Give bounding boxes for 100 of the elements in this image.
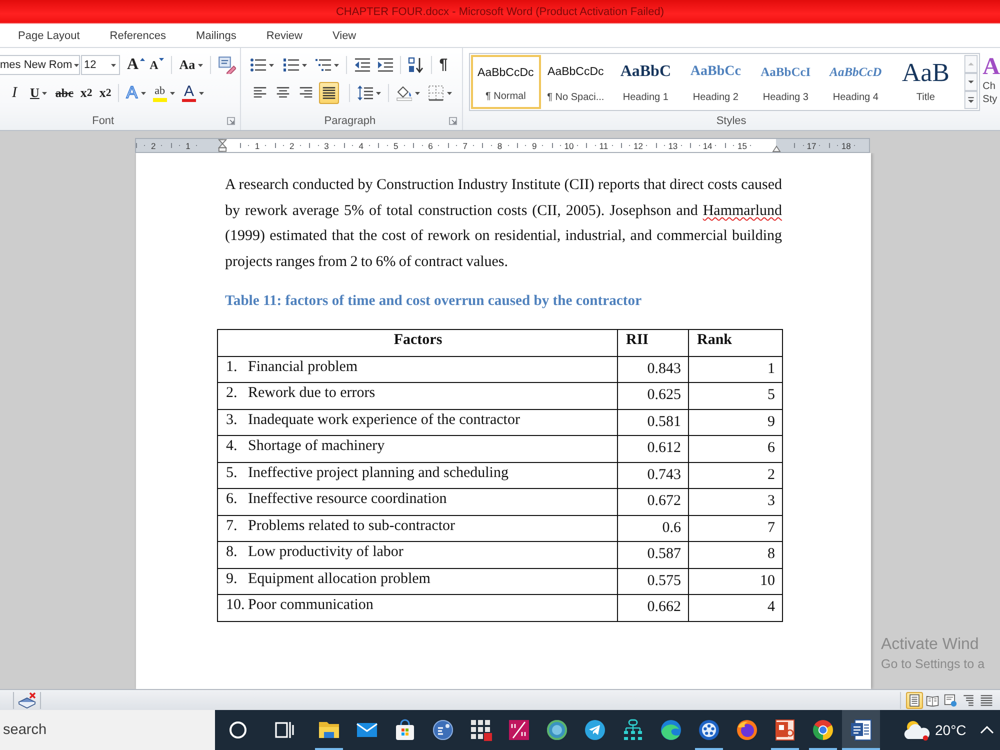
indent-marker-icon[interactable] [218,139,228,152]
shrink-font-button[interactable]: A [150,56,164,74]
ruler-number: 4 [358,140,364,150]
multilevel-list-icon[interactable] [315,57,332,73]
shopping-bag-icon [393,718,417,742]
dropdown-arrow-icon [111,64,116,66]
dropdown-arrow-icon[interactable] [198,64,204,66]
print-layout-button[interactable] [906,692,923,708]
table-caption: Table 11: factors of time and cost overrun caused by the contractor [225,292,643,311]
strikethrough-button[interactable]: abc [55,84,74,102]
numbering-icon[interactable] [283,57,300,73]
show-marks-button[interactable]: ¶ [439,56,448,74]
ruler-number: 2 [290,140,294,150]
slash-tile-icon [507,718,531,742]
temperature-text[interactable]: 20°C [935,722,966,738]
table-cell: 0.843 [618,356,688,382]
dropdown-arrow-icon[interactable] [42,92,48,94]
table-cell: 6 [688,436,782,462]
highlight-button[interactable]: ab [152,84,167,102]
italic-button[interactable]: I [12,84,17,102]
factor-text: Shortage of machinery [248,438,385,454]
ruler-number: 17 [806,140,816,150]
style-option[interactable]: AaB Title [890,55,961,109]
sort-icon[interactable] [408,57,424,73]
grow-font-button[interactable]: A [127,56,145,74]
style-option[interactable]: AaBbCc Heading 2 [680,55,751,109]
justify-icon [322,86,336,100]
line-spacing-icon[interactable] [357,85,374,101]
style-option[interactable]: AaBbC Heading 1 [610,55,681,109]
eraser-icon[interactable] [218,56,236,74]
group-label: Font [92,114,114,126]
dropdown-arrow-icon[interactable] [170,92,175,94]
ribbon-tab[interactable]: Mailings [181,24,252,47]
chevron-up-icon[interactable] [980,726,994,734]
borders-icon[interactable] [428,85,444,101]
list-number: 10. [226,596,246,614]
dropdown-arrow-icon[interactable] [269,64,274,66]
taskbar-button[interactable] [842,710,880,750]
dropdown-arrow-icon[interactable] [140,92,146,94]
bullets-icon[interactable] [250,57,266,73]
paint-bucket-icon[interactable] [396,85,412,101]
grid-icon [469,718,493,742]
list-number: 3. [226,410,238,428]
list-number: 5. [226,464,238,482]
ruler-number: 12 [634,140,644,150]
dialog-launcher-icon[interactable] [448,117,457,125]
table-cell: 0.672 [618,488,688,515]
list-number: 2. [226,384,238,402]
search-field[interactable]: search [0,710,215,750]
dropdown-arrow-icon[interactable] [447,92,452,94]
font-size-field[interactable]: 12 [81,55,120,75]
segmented-disc-icon [811,718,835,742]
down-caret-icon [159,58,164,61]
table-cell: 3 [688,488,782,515]
dropdown-arrow-icon[interactable] [334,64,340,66]
ruler-number: 3 [324,140,329,150]
slide-tile-icon [773,718,797,742]
ruler-number: 5 [393,140,398,150]
dropdown-arrow-icon[interactable] [376,92,382,94]
table-cell: 1 [688,356,782,382]
ruler-number: 15 [737,140,747,150]
dialog-launcher-icon[interactable] [227,117,236,125]
align-left-icon [253,86,268,100]
book-error-icon[interactable] [18,692,36,708]
web-layout-button[interactable] [942,692,959,708]
scroll-down-icon[interactable] [964,73,978,91]
list-number: 9. [226,570,238,588]
crescent-disc-icon [735,718,759,742]
more-styles-icon[interactable] [964,91,978,109]
ruler-number: 7 [462,140,468,150]
ruler-number: 11 [599,140,608,150]
dropdown-arrow-icon[interactable] [415,92,420,94]
factor-text: Poor communication [248,597,374,613]
font-color-button[interactable]: A [182,84,196,102]
ribbon-tab[interactable]: References [94,24,182,47]
change-styles-button[interactable]: A Ch Sty [982,54,1000,106]
ruler-number: 8 [497,140,502,150]
ribbon-tab[interactable]: Review [251,24,318,47]
factor-text: Ineffective project planning and scheduling [248,464,508,480]
sun-cloud-icon[interactable] [902,718,930,742]
style-option[interactable]: AaBbCcD Heading 4 [820,55,891,109]
table-cell: 0.612 [618,436,688,462]
style-option[interactable]: AaBbCcDc ¶ Normal [470,55,541,109]
style-option[interactable]: AaBbCcI Heading 3 [750,55,821,109]
ribbon-tab[interactable]: View [317,24,372,47]
underline-button[interactable]: U [30,84,40,102]
font-name-field[interactable]: mes New Rom [0,55,80,75]
align-right-icon [299,86,314,100]
increase-indent-icon[interactable] [377,57,394,73]
list-number: 7. [226,516,238,534]
change-case-button[interactable]: Aa [179,56,196,74]
style-option[interactable]: AaBbCcDc ¶ No Spaci... [540,55,611,109]
list-number: 6. [226,490,238,508]
dropdown-arrow-icon[interactable] [302,64,308,66]
table-cell: 0.587 [618,542,688,568]
decrease-indent-icon[interactable] [354,57,370,73]
paper-plane-icon [583,718,607,742]
justify-button[interactable] [319,82,340,104]
ribbon-tab[interactable]: Page Layout [3,24,95,47]
dropdown-arrow-icon[interactable] [198,92,204,94]
